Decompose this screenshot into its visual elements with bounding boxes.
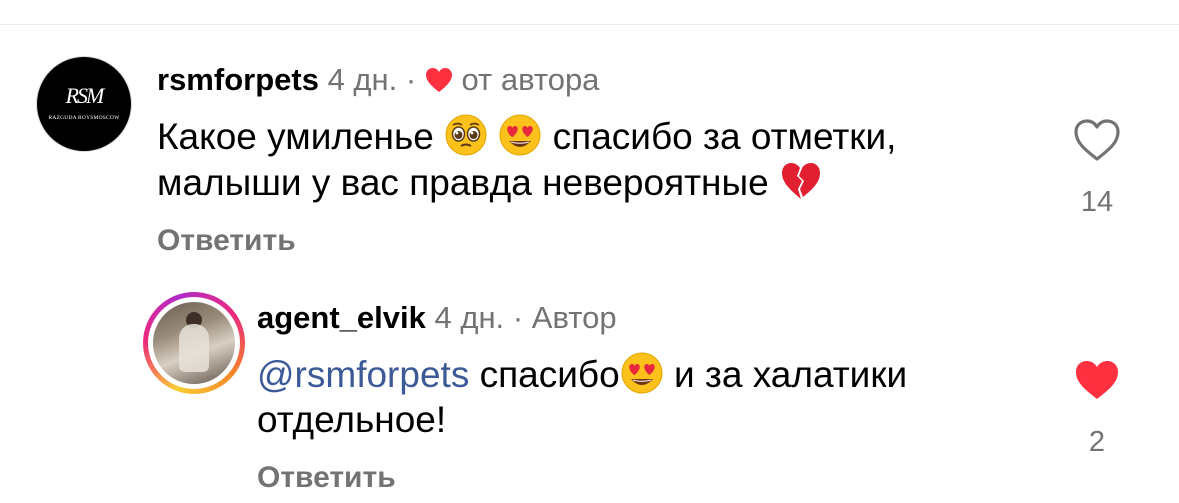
comment-text: и за халатики (673, 354, 908, 395)
comment-text: спасибо за отметки, (552, 116, 897, 157)
avatar-monogram: RSM (65, 83, 105, 108)
comment-text-line-1: @rsmforpets спасибо и за халатики (257, 351, 907, 398)
avatar (153, 302, 235, 384)
comment-text-line-2: малыши у вас правда невероятные (157, 159, 823, 206)
comment-meta: rsmforpets 4 дн. · от автора (157, 60, 599, 100)
avatar-subtext: RAZGUDA ROYSMOSCOW (48, 115, 120, 121)
timestamp: 4 дн. (434, 300, 505, 335)
username[interactable]: rsmforpets (157, 62, 319, 97)
top-divider (0, 24, 1179, 25)
comment-meta: agent_elvik 4 дн. · Автор (257, 298, 617, 338)
username[interactable]: agent_elvik (257, 300, 426, 335)
heart-outline-icon[interactable] (1072, 117, 1122, 163)
comment-text-line-2: отдельное! (257, 399, 447, 440)
mention-link[interactable]: @rsmforpets (257, 354, 469, 395)
heart-eyes-face-icon (620, 351, 664, 395)
separator: · (405, 62, 417, 97)
separator: · (512, 300, 524, 335)
author-tag: от автора (461, 62, 600, 97)
timestamp: 4 дн. (327, 62, 398, 97)
avatar[interactable]: RSM RAZGUDA ROYSMOSCOW (36, 56, 132, 152)
pleading-face-icon (444, 113, 488, 157)
author-tag: Автор (531, 300, 617, 335)
heart-filled-icon[interactable] (1072, 357, 1122, 403)
comment-text-line-1: Какое умиленье спасибо за отметки, (157, 113, 896, 160)
comment-text: малыши у вас правда невероятные (157, 162, 769, 203)
like-count: 2 (1088, 426, 1106, 458)
comment-text: Какое умиленье (157, 116, 434, 157)
reply-button[interactable]: Ответить (257, 460, 396, 496)
avatar-story-ring[interactable] (143, 292, 245, 394)
reply-button[interactable]: Ответить (157, 223, 296, 259)
like-count: 14 (1080, 186, 1114, 218)
comment-text: спасибо (479, 354, 620, 395)
broken-heart-icon (779, 159, 823, 203)
heart-icon (425, 68, 452, 92)
heart-eyes-face-icon (498, 113, 542, 157)
